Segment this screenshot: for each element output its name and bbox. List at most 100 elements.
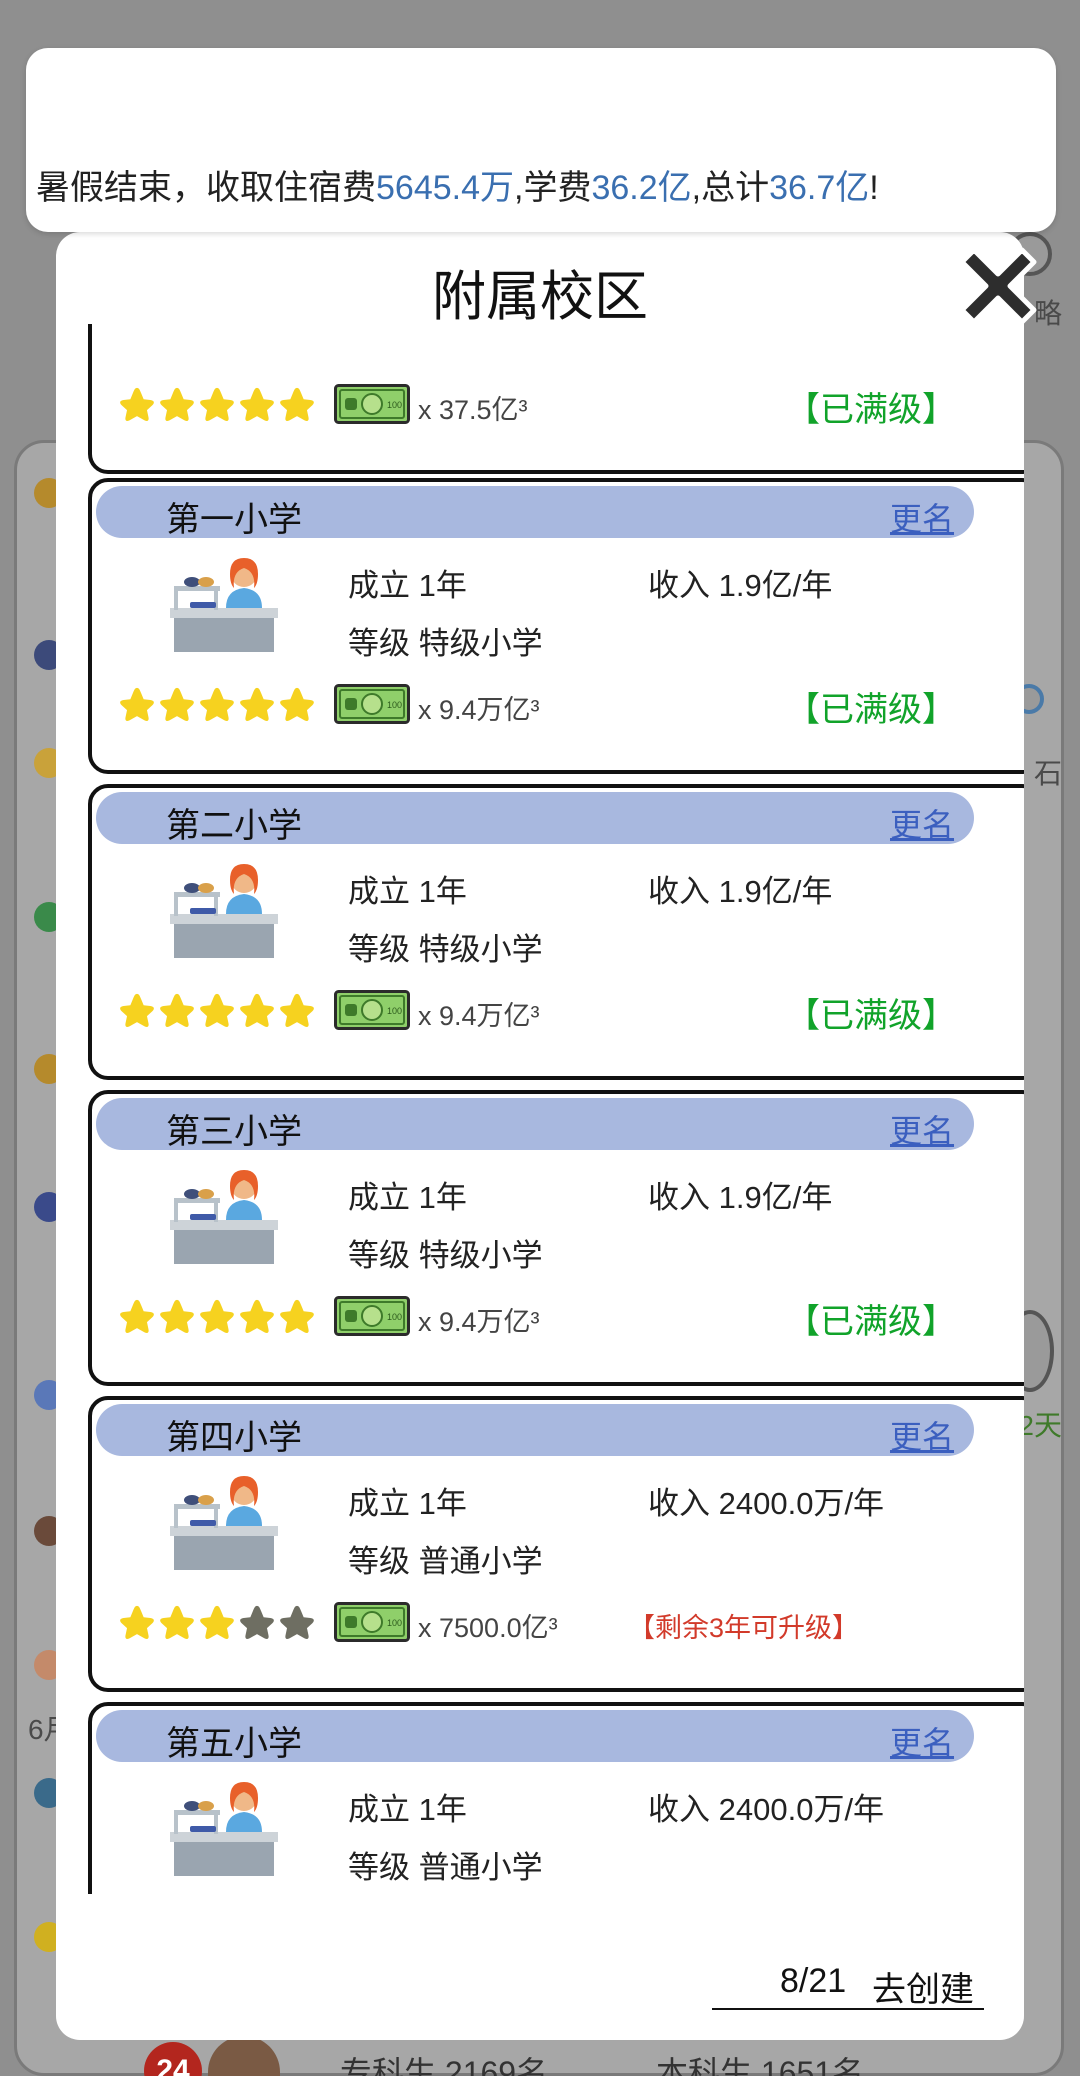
star-empty-icon [280,1605,314,1639]
founded-value: 1年 [418,874,467,909]
founded-label: 成立 [348,568,410,603]
star-rating [118,1602,316,1646]
campus-count: 8/21 [780,1962,847,2000]
star-filled-icon [160,1299,194,1333]
income-value: 2400.0万/年 [718,1486,885,1521]
toast-tuition: 36.2亿 [591,169,692,207]
income-info: 收入 2400.0万/年 [648,1478,884,1523]
teacher-desk-icon [168,554,280,654]
bg-college-students: 专科生 2169名 [340,2055,549,2076]
founded-info: 成立 1年 [348,866,467,911]
teacher-illustration [170,1782,278,1876]
svg-text:100: 100 [387,1618,402,1628]
campus-card-4: 第四小学 更名 成立 1年 收入 2400.0万/年 等级 普通小学 100 x… [88,1396,1024,1692]
founded-value: 1年 [418,1792,467,1827]
create-label: 去创建 [872,1971,974,2009]
campus-header: 第二小学 更名 [96,792,974,846]
level-info: 等级 普通小学 [348,1536,543,1581]
star-rating [118,684,316,728]
star-filled-icon [120,993,154,1027]
banknote-icon: 100 [334,990,410,1030]
star-filled-icon [120,1605,154,1639]
teacher-illustration [170,864,278,958]
star-filled-icon [120,1299,154,1333]
campus-card-2: 第二小学 更名 成立 1年 收入 1.9亿/年 等级 特级小学 100 x 9.… [88,784,1024,1080]
star-filled-icon [280,1299,314,1333]
star-filled-icon [160,993,194,1027]
toast-suffix: ! [869,169,879,207]
banknote-icon: 100 [334,1602,410,1642]
star-filled-icon [120,387,154,421]
campus-header: 第一小学 更名 [96,486,974,540]
close-icon [959,247,1037,325]
level-label: 等级 [348,1238,410,1273]
founded-value: 1年 [418,1486,467,1521]
level-info: 等级 特级小学 [348,924,543,969]
toast-lodging-fee: 5645.4万 [376,169,514,207]
toast-mid1: ,学费 [514,169,592,207]
income-info: 收入 1.9亿/年 [648,560,832,605]
level-info: 等级 特级小学 [348,1230,543,1275]
campus-card-partial: 100 x 37.5亿³ 【已满级】 [88,324,1024,474]
status-upgrade-wait: 【剩余3年可升级】 [628,1613,860,1643]
teacher-illustration [170,1476,278,1570]
star-filled-icon [120,687,154,721]
star-filled-icon [160,387,194,421]
level-label: 等级 [348,932,410,967]
upgrade-price: x 37.5亿³ [418,395,528,425]
rename-button[interactable]: 更名 [890,1412,954,1458]
toast-mid2: ,总计 [691,169,770,207]
founded-label: 成立 [348,874,410,909]
campus-list[interactable]: 100 x 37.5亿³ 【已满级】 第一小学 更名 成立 1年 收入 1.9亿… [56,324,1024,1894]
money-icon: 100 [334,1296,410,1336]
teacher-desk-icon [168,860,280,960]
rename-button[interactable]: 更名 [890,494,954,540]
star-empty-icon [240,1605,274,1639]
campus-name: 第一小学 [166,501,302,539]
founded-info: 成立 1年 [348,1784,467,1829]
rename-button[interactable]: 更名 [890,1106,954,1152]
campus-card-3: 第三小学 更名 成立 1年 收入 1.9亿/年 等级 特级小学 100 x 9.… [88,1090,1024,1386]
founded-label: 成立 [348,1486,410,1521]
bg-undergrad-students: 本科生 1651名 [656,2055,865,2076]
summer-end-toast: 暑假结束，收取住宿费5645.4万,学费36.2亿,总计36.7亿! [26,48,1056,232]
upgrade-price: x 7500.0亿³ [418,1613,558,1643]
rename-button[interactable]: 更名 [890,800,954,846]
star-filled-icon [160,1605,194,1639]
level-value: 特级小学 [418,1238,543,1273]
close-button[interactable] [948,236,1048,336]
money-icon: 100 [334,990,410,1030]
svg-text:100: 100 [387,1312,402,1322]
create-campus-link[interactable]: 8/21 去创建 [712,1960,984,2010]
campus-name: 第二小学 [166,807,302,845]
founded-label: 成立 [348,1180,410,1215]
teacher-desk-icon [168,1472,280,1572]
status-max-level: 【已满级】 [786,391,956,429]
campus-header: 第三小学 更名 [96,1098,974,1152]
money-icon: 100 [334,684,410,724]
income-value: 1.9亿/年 [718,874,833,909]
income-label: 收入 [648,1180,710,1215]
star-filled-icon [240,387,274,421]
toast-message: 暑假结束，收取住宿费5645.4万,学费36.2亿,总计36.7亿! [36,160,879,209]
star-rating [118,990,316,1034]
teacher-desk-icon [168,1778,280,1878]
campus-header: 第四小学 更名 [96,1404,974,1458]
star-filled-icon [240,993,274,1027]
upgrade-price: x 9.4万亿³ [418,695,540,725]
income-label: 收入 [648,1486,710,1521]
income-value: 1.9亿/年 [718,568,833,603]
money-icon: 100 [334,384,410,424]
toast-total: 36.7亿 [769,169,870,207]
income-info: 收入 1.9亿/年 [648,1172,832,1217]
level-label: 等级 [348,1850,410,1885]
star-filled-icon [280,687,314,721]
level-value: 特级小学 [418,626,543,661]
rename-button[interactable]: 更名 [890,1718,954,1764]
bg-stone-label: 石 [1033,758,1062,789]
svg-text:100: 100 [387,400,402,410]
star-filled-icon [280,387,314,421]
founded-info: 成立 1年 [348,1172,467,1217]
svg-text:100: 100 [387,1006,402,1016]
teacher-illustration [170,1170,278,1264]
